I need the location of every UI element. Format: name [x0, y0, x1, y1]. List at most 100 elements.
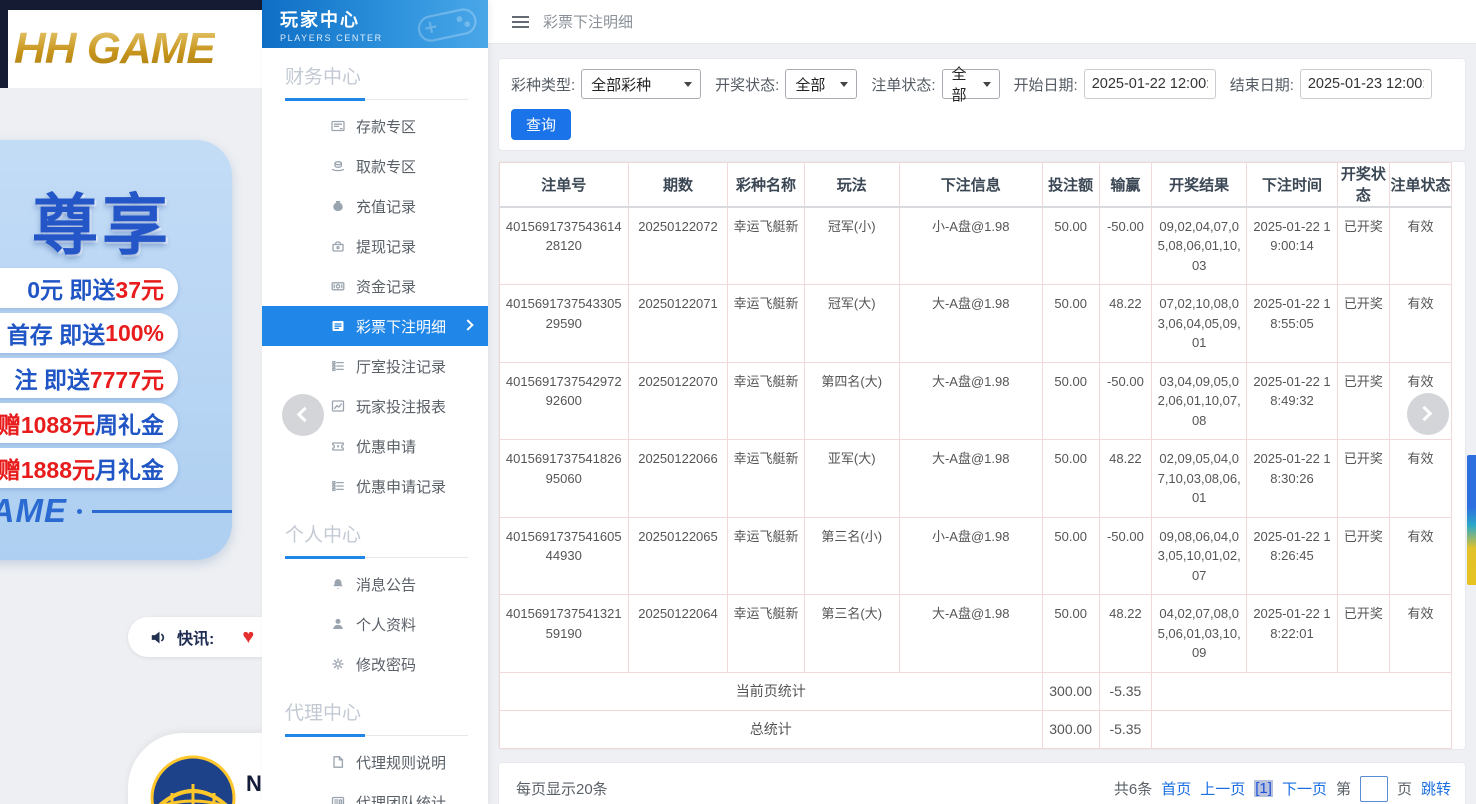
- table-cell: 已开奖: [1336, 361, 1391, 440]
- table-cell: 幸运飞艇新: [727, 206, 805, 285]
- sidebar-item-label: 厅室投注记录: [356, 358, 447, 376]
- draw-status-select[interactable]: 全部: [785, 69, 858, 99]
- table-header-cell: 开奖结果: [1151, 162, 1248, 208]
- table-cell: 50.00: [1041, 594, 1100, 673]
- table-header-cell: 下注信息: [898, 162, 1043, 208]
- start-date-label: 开始日期:: [1013, 76, 1078, 94]
- jump-button[interactable]: 跳转: [1421, 778, 1451, 799]
- sidebar-item-withdraw-record[interactable]: 提现记录: [262, 226, 488, 266]
- section-underline: [285, 97, 468, 101]
- sidebar-item-label: 个人资料: [356, 616, 417, 634]
- sidebar-item-promo-apply-record[interactable]: 优惠申请记录: [262, 466, 488, 506]
- table-row: 401569173754330529590 20250122071 幸运飞艇新 冠军(…: [499, 284, 1452, 363]
- table-cell: -50.00: [1098, 516, 1153, 595]
- table-header-cell: 投注额: [1041, 162, 1100, 208]
- sidebar-item-funds-record[interactable]: 资金记录: [262, 266, 488, 306]
- sidebar-item-recharge-record[interactable]: 充值记录: [262, 186, 488, 226]
- chevron-left-icon: [296, 406, 313, 423]
- prev-page-link[interactable]: 上一页: [1200, 778, 1245, 799]
- agent-rules-icon: [330, 754, 346, 770]
- query-button[interactable]: 查询: [511, 109, 572, 140]
- table-cell: 2025-01-22 18:30:26: [1246, 439, 1338, 518]
- draw-status-label: 开奖状态:: [715, 76, 780, 94]
- table-cell: 20250122071: [627, 284, 729, 363]
- table-cell: 小-A盘@1.98: [898, 516, 1043, 595]
- table-cell: 亚军(大): [803, 439, 900, 518]
- order-status-select[interactable]: 全部: [941, 66, 1000, 104]
- table-cell: 第三名(小): [803, 516, 900, 595]
- sidebar-item-deposit[interactable]: 存款专区: [262, 106, 488, 146]
- current-page-indicator: [1]: [1254, 780, 1273, 797]
- current-page-summary-row: 当前页统计 300.00 -5.35: [499, 671, 1452, 711]
- main-content: 彩票下注明细 彩种类型: 全部彩种 开奖状态: 全部 注单状态: 全部 开始日期…: [488, 0, 1476, 804]
- table-cell: 已开奖: [1336, 516, 1391, 595]
- promo-pill-text: 加赠1888元: [0, 457, 95, 483]
- table-cell: 已开奖: [1336, 206, 1391, 285]
- site-logo: HH GAME: [8, 24, 216, 74]
- service-widget-tab[interactable]: [1467, 455, 1476, 585]
- bet-detail-icon: [330, 318, 346, 334]
- section-underline: [285, 733, 468, 737]
- table-cell: 50.00: [1041, 284, 1100, 363]
- table-cell: 50.00: [1041, 516, 1100, 595]
- end-date-input[interactable]: [1299, 69, 1432, 99]
- sidebar-item-withdraw[interactable]: 取款专区: [262, 146, 488, 186]
- promo-pill: 加赠1088元周礼金: [0, 403, 178, 443]
- table-cell: 已开奖: [1336, 439, 1391, 518]
- table-cell: 幸运飞艇新: [727, 284, 805, 363]
- order-status-label: 注单状态:: [871, 76, 936, 94]
- table-header-row: 注单号 期数 彩种名称 玩法 下注信息 投注额 输赢 开奖结果 下注时间 开奖状态 注单状态: [499, 162, 1452, 208]
- promo-pill-text: 月礼金: [95, 457, 164, 483]
- table-cell: 幸运飞艇新: [727, 439, 805, 518]
- table-cell: 20250122065: [627, 516, 729, 595]
- table-cell: 大-A盘@1.98: [898, 361, 1043, 440]
- table-cell: 09,08,06,04,03,05,10,01,02,07: [1151, 516, 1248, 595]
- start-date-input[interactable]: [1083, 69, 1216, 99]
- player-bet-report-icon: [330, 398, 346, 414]
- jump-page-input[interactable]: [1359, 775, 1388, 802]
- password-icon: [330, 656, 346, 672]
- table-row: 401569173754132159190 20250122064 幸运飞艇新 第三名…: [499, 594, 1452, 673]
- heart-icon: ♥: [242, 626, 255, 648]
- table-cell: 冠军(小): [803, 206, 900, 285]
- summary-label: 当前页统计: [499, 671, 1043, 711]
- sidebar-item-profile[interactable]: 个人资料: [262, 604, 488, 644]
- table-cell: 20250122070: [627, 361, 729, 440]
- pagination-bar: 每页显示20条 共6条 首页 上一页 [1] 下一页 第 页 跳转: [498, 761, 1466, 804]
- sidebar-item-messages[interactable]: 消息公告: [262, 564, 488, 604]
- sidebar-item-password[interactable]: 修改密码: [262, 644, 488, 684]
- topbar: 彩票下注明细: [488, 0, 1476, 44]
- table-cell: 有效: [1389, 206, 1452, 285]
- chevron-right-icon: [1416, 405, 1433, 422]
- panel-expand-button[interactable]: [1407, 393, 1449, 435]
- promo-footer: GAME: [0, 492, 232, 530]
- sidebar-collapse-button[interactable]: [282, 394, 324, 436]
- menu-toggle-icon[interactable]: [512, 13, 529, 31]
- promo-footer-line: [92, 509, 232, 513]
- sidebar-header: 玩家中心 PLAYERS CENTER: [262, 0, 488, 48]
- table-cell: 有效: [1389, 594, 1452, 673]
- table-cell: 幸运飞艇新: [727, 516, 805, 595]
- sidebar-item-label: 取款专区: [356, 158, 417, 176]
- table-cell: 48.22: [1098, 439, 1153, 518]
- table-header-cell: 玩法: [803, 162, 900, 208]
- gamepad-icon: [417, 8, 477, 42]
- summary-winloss-total: -5.35: [1098, 671, 1153, 711]
- sidebar-item-bet-detail[interactable]: 彩票下注明细: [262, 306, 488, 346]
- sidebar-section-label: 财务中心: [285, 67, 362, 88]
- sidebar-item-hall-bet-record[interactable]: 厅室投注记录: [262, 346, 488, 386]
- table-cell: 2025-01-22 18:55:05: [1246, 284, 1338, 363]
- sidebar-item-label: 优惠申请: [356, 438, 417, 456]
- next-page-link[interactable]: 下一页: [1282, 778, 1327, 799]
- table-cell: 小-A盘@1.98: [898, 206, 1043, 285]
- table-cell: 48.22: [1098, 284, 1153, 363]
- table-cell: 50.00: [1041, 361, 1100, 440]
- sidebar-item-agent-team[interactable]: 代理团队统计: [262, 782, 488, 804]
- table-cell: 401569173754361428120: [499, 206, 629, 285]
- table-row: 401569173754160544930 20250122065 幸运飞艇新 第三名…: [499, 516, 1452, 595]
- first-page-link[interactable]: 首页: [1161, 778, 1191, 799]
- sidebar-item-agent-rules[interactable]: 代理规则说明: [262, 742, 488, 782]
- lottery-type-select[interactable]: 全部彩种: [581, 69, 702, 99]
- summary-winloss-total: -5.35: [1098, 709, 1153, 749]
- table-cell: 401569173754182695060: [499, 439, 629, 518]
